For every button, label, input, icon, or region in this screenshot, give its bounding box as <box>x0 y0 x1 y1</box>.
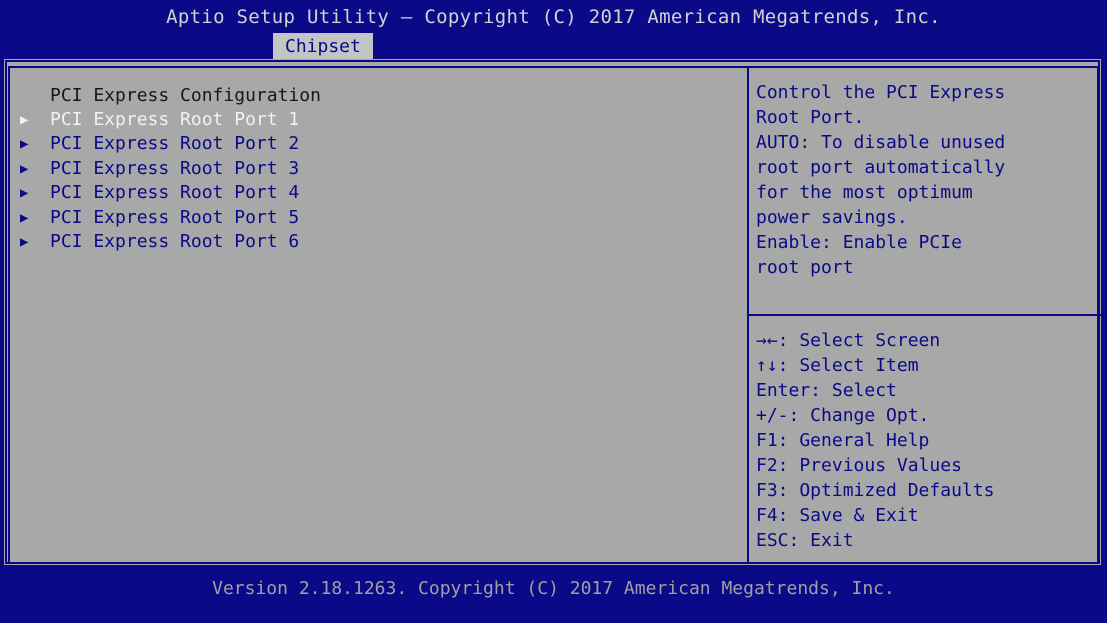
menu-item-label: PCI Express Root Port 4 <box>50 182 300 204</box>
help-line: Control the PCI Express <box>756 82 1006 103</box>
menu-item-label: PCI Express Root Port 3 <box>50 157 300 179</box>
menu-item-root-port-2[interactable]: ▶ PCI Express Root Port 2 <box>20 132 740 156</box>
submenu-arrow-icon: ▶ <box>20 112 29 128</box>
help-divider <box>749 314 1101 316</box>
help-line: for the most optimum <box>756 182 973 203</box>
submenu-arrow-icon: ▶ <box>20 209 29 226</box>
header-bar: Aptio Setup Utility – Copyright (C) 2017… <box>0 0 1107 60</box>
menu-item-label: PCI Express Root Port 5 <box>50 206 300 228</box>
menu-item-root-port-6[interactable]: ▶ PCI Express Root Port 6 <box>20 230 740 254</box>
version-text: Version 2.18.1263. Copyright (C) 2017 Am… <box>212 578 895 599</box>
help-line: root port automatically <box>756 157 1006 178</box>
footer-bar: Version 2.18.1263. Copyright (C) 2017 Am… <box>0 566 1107 623</box>
key-legend-line: F2: Previous Values <box>756 455 962 476</box>
submenu-arrow-icon: ▶ <box>20 160 29 177</box>
submenu-arrow-icon: ▶ <box>20 233 29 250</box>
section-title: PCI Express Configuration <box>50 85 321 106</box>
help-panel: Control the PCI Express Root Port. AUTO: T… <box>756 80 1101 280</box>
key-legend-line: →←: Select Screen <box>756 330 941 351</box>
settings-panel: PCI Express Configuration ▶ PCI Express R… <box>20 84 740 254</box>
app-title: Aptio Setup Utility – Copyright (C) 2017… <box>166 6 941 28</box>
key-legend-line: Enter: Select <box>756 380 897 401</box>
menu-item-root-port-4[interactable]: ▶ PCI Express Root Port 4 <box>20 181 740 205</box>
tab-chipset[interactable]: Chipset <box>273 33 373 60</box>
key-legend-lines: →←: Select Screen ↑↓: Select Item Enter: S… <box>756 328 1101 553</box>
help-line: AUTO: To disable unused <box>756 132 1006 153</box>
menu-item-root-port-5[interactable]: ▶ PCI Express Root Port 5 <box>20 206 740 230</box>
help-line: root port <box>756 257 854 278</box>
help-line: Enable: Enable PCIe <box>756 232 962 253</box>
key-legend-line: F3: Optimized Defaults <box>756 480 995 501</box>
key-legend-line: F1: General Help <box>756 430 930 451</box>
menu-list: ▶ PCI Express Root Port 1 ▶ PCI Express Roo… <box>20 108 740 254</box>
key-legend-line: ESC: Exit <box>756 530 854 551</box>
menu-item-label: PCI Express Root Port 2 <box>50 133 300 155</box>
menu-item-label: PCI Express Root Port 6 <box>50 230 300 252</box>
help-text: Control the PCI Express Root Port. AUTO: T… <box>756 80 1101 280</box>
key-legend-line: +/-: Change Opt. <box>756 405 930 426</box>
key-legend: →←: Select Screen ↑↓: Select Item Enter: S… <box>756 328 1101 553</box>
key-legend-line: ↑↓: Select Item <box>756 355 919 376</box>
menu-item-root-port-3[interactable]: ▶ PCI Express Root Port 3 <box>20 157 740 181</box>
submenu-arrow-icon: ▶ <box>20 185 29 202</box>
help-line: power savings. <box>756 207 908 228</box>
menu-item-root-port-1[interactable]: ▶ PCI Express Root Port 1 <box>20 108 740 132</box>
key-legend-line: F4: Save & Exit <box>756 505 919 526</box>
help-line: Root Port. <box>756 107 865 128</box>
submenu-arrow-icon: ▶ <box>20 136 29 153</box>
menu-item-label: PCI Express Root Port 1 <box>50 109 300 130</box>
